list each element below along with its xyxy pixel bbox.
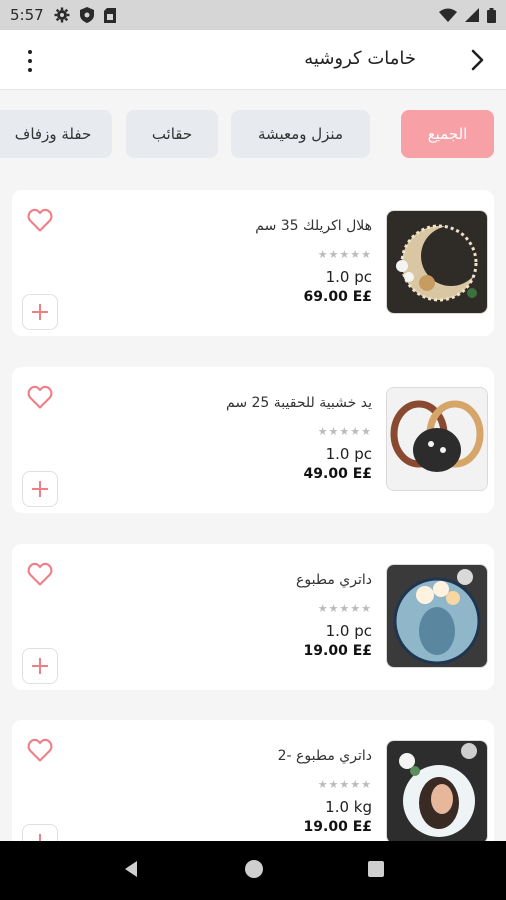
page-title: خامات كروشيه — [304, 48, 416, 69]
product-card[interactable]: هلال اكريلك 35 سم ★★★★★ 1.0 pc 69.00 E£ — [12, 190, 494, 336]
product-price: 49.00 E£ — [303, 466, 372, 482]
product-image — [386, 387, 488, 491]
product-rating: ★★★★★ — [317, 602, 372, 615]
heart-icon[interactable] — [26, 560, 54, 588]
app-bar: خامات كروشيه — [0, 30, 506, 90]
shield-icon — [79, 7, 94, 23]
nav-back-icon[interactable] — [121, 859, 141, 883]
system-nav-bar — [0, 841, 506, 900]
wifi-icon — [439, 8, 457, 22]
product-price: 69.00 E£ — [303, 289, 372, 305]
settings-icon — [54, 7, 70, 23]
product-image — [386, 740, 488, 844]
product-rating: ★★★★★ — [317, 248, 372, 261]
add-to-cart-button[interactable] — [22, 648, 58, 684]
heart-icon[interactable] — [26, 206, 54, 234]
product-card[interactable]: يد خشبية للحقيبة 25 سم ★★★★★ 1.0 pc 49.0… — [12, 367, 494, 513]
plus-icon — [32, 481, 48, 497]
chip-home-living[interactable]: منزل ومعيشة — [231, 110, 370, 158]
product-card[interactable]: داتري مطبوع ★★★★★ 1.0 pc 19.00 E£ — [12, 544, 494, 690]
product-unit: 1.0 pc — [325, 622, 372, 640]
chip-bags[interactable]: حقائب — [126, 110, 218, 158]
status-bar: 5:57 — [0, 0, 506, 30]
chip-all[interactable]: الجميع — [401, 110, 494, 158]
signal-icon — [465, 8, 479, 22]
product-unit: 1.0 kg — [325, 798, 372, 816]
product-rating: ★★★★★ — [317, 425, 372, 438]
add-to-cart-button[interactable] — [22, 471, 58, 507]
product-name: يد خشبية للحقيبة 25 سم — [226, 395, 372, 411]
product-name: داتري مطبوع — [296, 572, 372, 588]
back-arrow-icon[interactable] — [464, 48, 488, 72]
product-name: داتري مطبوع -2 — [277, 748, 372, 764]
product-rating: ★★★★★ — [317, 778, 372, 791]
product-unit: 1.0 pc — [325, 445, 372, 463]
plus-icon — [32, 658, 48, 674]
category-chips: الجميع منزل ومعيشة حقائب حفلة وزفاف — [0, 106, 506, 162]
add-to-cart-button[interactable] — [22, 294, 58, 330]
plus-icon — [32, 304, 48, 320]
more-options-icon[interactable] — [20, 50, 40, 72]
heart-icon[interactable] — [26, 383, 54, 411]
product-price: 19.00 E£ — [303, 643, 372, 659]
status-time: 5:57 — [10, 6, 44, 24]
product-price: 19.00 E£ — [303, 819, 372, 835]
nav-recents-icon[interactable] — [367, 860, 385, 882]
heart-icon[interactable] — [26, 736, 54, 764]
sim-card-icon — [103, 7, 116, 23]
nav-home-icon[interactable] — [244, 859, 264, 883]
chip-party-wedding[interactable]: حفلة وزفاف — [0, 110, 112, 158]
product-unit: 1.0 pc — [325, 268, 372, 286]
battery-icon — [487, 7, 496, 23]
product-image — [386, 564, 488, 668]
product-name: هلال اكريلك 35 سم — [255, 218, 372, 234]
product-image — [386, 210, 488, 314]
